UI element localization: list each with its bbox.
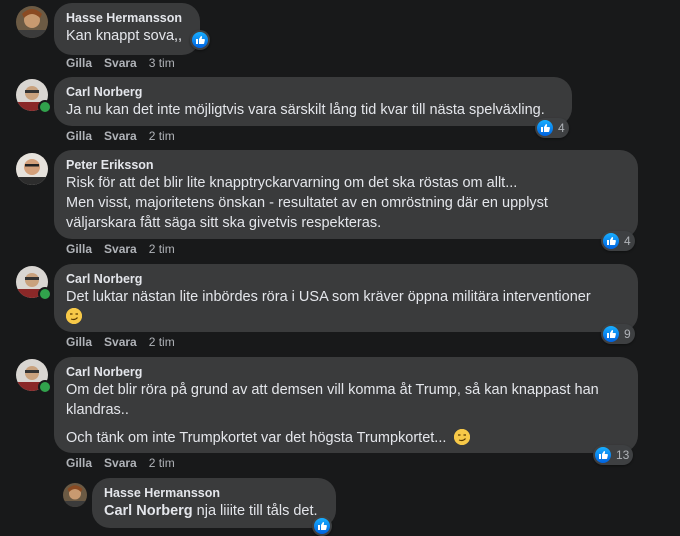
comment-text: Risk för att det blir lite knapptryckarv…: [66, 175, 518, 191]
author-name[interactable]: Carl Norberg: [66, 84, 560, 100]
comment-text: klandras..: [66, 402, 129, 418]
reply-link[interactable]: Svara: [104, 129, 137, 143]
comment-actions: Gilla Svara 2 tim: [66, 335, 175, 349]
timestamp[interactable]: 2 tim: [149, 335, 175, 349]
comment-actions: Gilla Svara 2 tim: [66, 242, 175, 256]
reaction-badge[interactable]: 13: [593, 445, 634, 465]
author-name[interactable]: Peter Eriksson: [66, 157, 626, 173]
reaction-badge[interactable]: 9: [601, 324, 635, 344]
comment-actions: Gilla Svara 3 tim: [66, 56, 175, 70]
comment-text: väljarskara fått säga sitt ska givetvis …: [66, 215, 382, 231]
online-status-icon: [38, 287, 52, 301]
avatar[interactable]: [16, 153, 48, 185]
like-link[interactable]: Gilla: [66, 129, 92, 143]
like-link[interactable]: Gilla: [66, 335, 92, 349]
timestamp[interactable]: 2 tim: [149, 456, 175, 470]
online-status-icon: [38, 100, 52, 114]
reply-link[interactable]: Svara: [104, 56, 137, 70]
reaction-badge[interactable]: 4: [601, 231, 635, 251]
comment-text: Och tänk om inte Trumpkortet var det hög…: [66, 430, 447, 446]
like-icon: [603, 233, 619, 249]
timestamp[interactable]: 2 tim: [149, 129, 175, 143]
comment-bubble: Carl Norberg Om det blir röra på grund a…: [54, 357, 638, 453]
avatar[interactable]: [16, 6, 48, 38]
avatar[interactable]: [63, 483, 87, 507]
comment-actions: Gilla Svara 2 tim: [66, 456, 175, 470]
like-icon: [595, 447, 611, 463]
comment-actions: Gilla Svara 2 tim: [66, 129, 175, 143]
author-name[interactable]: Hasse Hermansson: [66, 10, 188, 26]
comment-bubble: Carl Norberg Det luktar nästan lite inbö…: [54, 264, 638, 332]
comment-text: Det luktar nästan lite inbördes röra i U…: [66, 289, 591, 305]
comment-bubble: Peter Eriksson Risk för att det blir lit…: [54, 150, 638, 239]
mention-link[interactable]: Carl Norberg: [104, 503, 193, 519]
like-link[interactable]: Gilla: [66, 456, 92, 470]
comment-bubble: Hasse Hermansson Kan knappt sova,,: [54, 3, 200, 55]
comment-text: Om det blir röra på grund av att demsen …: [66, 382, 599, 398]
comment-text: Kan knappt sova,,: [66, 28, 183, 44]
comment-bubble: Carl Norberg Ja nu kan det inte möjligtv…: [54, 77, 572, 126]
like-icon: [537, 120, 553, 136]
comment-text: nja liiite till tåls det.: [196, 503, 318, 519]
online-status-icon: [38, 380, 52, 394]
reply-link[interactable]: Svara: [104, 456, 137, 470]
author-name[interactable]: Hasse Hermansson: [104, 485, 324, 501]
like-icon: [603, 326, 619, 342]
comment-text: Ja nu kan det inte möjligtvis vara särsk…: [66, 102, 545, 118]
author-name[interactable]: Carl Norberg: [66, 271, 626, 287]
like-link[interactable]: Gilla: [66, 56, 92, 70]
smirk-emoji-icon: [454, 429, 471, 445]
reaction-count: 9: [624, 327, 631, 341]
reaction-badge[interactable]: 4: [535, 118, 569, 138]
reply-link[interactable]: Svara: [104, 335, 137, 349]
reaction-count: 4: [558, 121, 565, 135]
timestamp[interactable]: 2 tim: [149, 242, 175, 256]
timestamp[interactable]: 3 tim: [149, 56, 175, 70]
reaction-badge[interactable]: [190, 30, 210, 50]
comment-text: Men visst, majoritetens önskan - resulta…: [66, 195, 548, 211]
comment-bubble: Hasse Hermansson Carl Norberg nja liiite…: [92, 478, 336, 528]
reaction-count: 13: [616, 448, 630, 462]
author-name[interactable]: Carl Norberg: [66, 364, 626, 380]
reply-link[interactable]: Svara: [104, 242, 137, 256]
like-icon: [192, 32, 208, 48]
like-link[interactable]: Gilla: [66, 242, 92, 256]
reaction-count: 4: [624, 234, 631, 248]
smirk-emoji-icon: [66, 308, 82, 324]
like-icon: [314, 518, 330, 534]
reaction-badge[interactable]: [312, 516, 332, 536]
